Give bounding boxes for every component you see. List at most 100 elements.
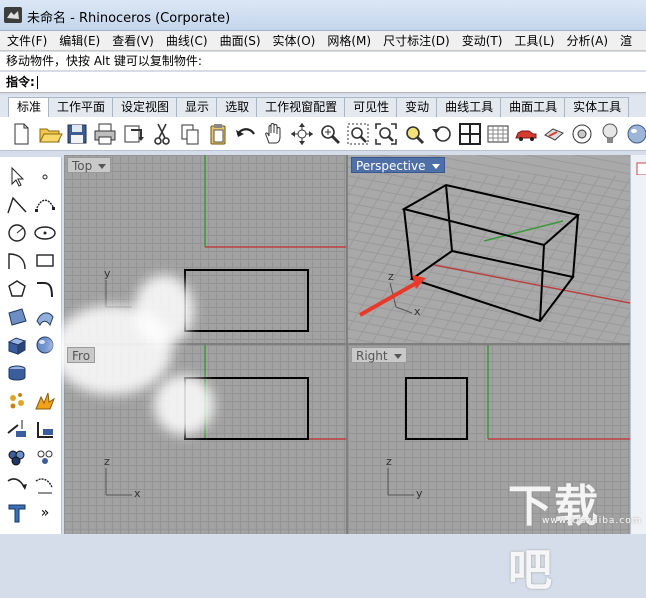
render-preview-icon[interactable] (541, 121, 567, 147)
tab-4[interactable]: 选取 (216, 97, 258, 117)
burst-icon[interactable] (32, 389, 58, 413)
tab-1[interactable]: 工作平面 (48, 97, 114, 117)
tab-7[interactable]: 变动 (396, 97, 438, 117)
front-axis-x: x (134, 487, 141, 500)
select-arrow-icon[interactable] (4, 165, 30, 189)
box-solid-icon[interactable] (4, 333, 30, 357)
more-icon[interactable]: » (32, 501, 58, 525)
command-label: 指令: (6, 75, 35, 89)
title-bar: 未命名 - Rhinoceros (Corporate) (0, 0, 646, 31)
perspective-axis-x: x (414, 305, 421, 318)
material-icon[interactable] (569, 121, 595, 147)
new-file-icon[interactable] (8, 121, 34, 147)
cut-icon[interactable] (149, 121, 175, 147)
rotate-view-icon[interactable] (289, 121, 315, 147)
light-bulb-icon[interactable] (597, 121, 623, 147)
copy-icon[interactable] (177, 121, 203, 147)
polyline-icon[interactable] (4, 193, 30, 217)
chevron-down-icon (393, 354, 402, 359)
tab-9[interactable]: 曲面工具 (500, 97, 566, 117)
command-prompt[interactable]: 指令: (0, 72, 646, 93)
tab-2[interactable]: 设定视图 (112, 97, 178, 117)
menu-item[interactable]: 曲线(C) (159, 31, 213, 50)
viewport-perspective[interactable]: Perspective z x (348, 155, 630, 343)
open-folder-icon[interactable] (37, 121, 63, 147)
trim-icon[interactable] (32, 417, 58, 441)
zoom-selected-icon[interactable] (401, 121, 427, 147)
rhino-app-icon[interactable] (4, 7, 22, 23)
menu-item[interactable]: 实体(O) (266, 31, 321, 50)
menu-item[interactable]: 编辑(E) (52, 31, 105, 50)
chevron-down-icon (98, 164, 107, 169)
four-viewports-icon[interactable] (457, 121, 483, 147)
menu-item[interactable]: 尺寸标注(D) (376, 31, 455, 50)
curve-icon[interactable] (32, 193, 58, 217)
menu-item[interactable]: 查看(V) (105, 31, 159, 50)
surface-edge-icon[interactable] (32, 305, 58, 329)
zoom-extents-icon[interactable] (373, 121, 399, 147)
cylinder-icon[interactable] (4, 361, 30, 385)
command-history: 移动物件，快按 Alt 键可以复制物件: (0, 52, 646, 71)
viewport-front-label[interactable]: Fro (67, 347, 96, 363)
split-icon[interactable] (4, 417, 30, 441)
arc-icon[interactable] (4, 249, 30, 273)
undo-view-icon[interactable] (429, 121, 455, 147)
print-icon[interactable] (92, 121, 118, 147)
right-axis-z: z (386, 455, 392, 468)
menu-item[interactable]: 工具(L) (507, 31, 559, 50)
grid-icon[interactable] (485, 121, 511, 147)
pan-hand-icon[interactable] (261, 121, 287, 147)
tab-8[interactable]: 曲线工具 (436, 97, 502, 117)
group-icon[interactable] (4, 445, 30, 469)
tab-6[interactable]: 可见性 (344, 97, 398, 117)
paste-icon[interactable] (205, 121, 231, 147)
menu-item[interactable]: 曲面(S) (213, 31, 266, 50)
front-axis-z: z (104, 455, 110, 468)
points-cloud-icon[interactable] (32, 445, 58, 469)
dimension-icon[interactable] (32, 473, 58, 497)
tab-0[interactable]: 标准 (8, 97, 50, 117)
fillet-icon[interactable] (32, 277, 58, 301)
tab-10[interactable]: 实体工具 (564, 97, 630, 117)
zoom-window-icon[interactable] (345, 121, 371, 147)
curve-from-object-icon[interactable] (4, 473, 30, 497)
top-axis-y: y (104, 267, 111, 280)
perspective-axis-z: z (388, 270, 394, 283)
undo-icon[interactable] (233, 121, 259, 147)
standard-toolbar (0, 117, 646, 151)
text-icon[interactable] (4, 501, 30, 525)
chevron-down-icon (431, 164, 440, 169)
perspective-view-canvas (348, 155, 630, 343)
viewport-perspective-label[interactable]: Perspective (351, 157, 445, 173)
menu-bar: 文件(F) 编辑(E) 查看(V) 曲线(C) 曲面(S) 实体(O) 网格(M) 尺寸标注(… (0, 31, 646, 51)
polygon-icon[interactable] (4, 277, 30, 301)
save-icon[interactable] (64, 121, 90, 147)
circle-icon[interactable] (4, 221, 30, 245)
viewport-right-label[interactable]: Right (351, 347, 407, 363)
surface-icon[interactable] (4, 305, 30, 329)
menu-item[interactable]: 文件(F) (0, 31, 52, 50)
viewport-top-label[interactable]: Top (67, 157, 112, 173)
menu-item[interactable]: 渲 (613, 31, 637, 50)
window-title: 未命名 - Rhinoceros (Corporate) (27, 11, 231, 26)
car-render-icon[interactable] (513, 121, 539, 147)
rectangle-icon[interactable] (32, 249, 58, 273)
tab-3[interactable]: 显示 (176, 97, 218, 117)
blur-overlay (134, 275, 194, 345)
panel-corner-icon (636, 162, 646, 176)
menu-item[interactable]: 网格(M) (320, 31, 376, 50)
tab-5[interactable]: 工作视窗配置 (256, 97, 346, 117)
zoom-icon[interactable] (317, 121, 343, 147)
blur-overlay (154, 375, 214, 435)
point-icon[interactable] (32, 165, 58, 189)
explode-icon[interactable] (4, 389, 30, 413)
toolbar-tabs: 标准 工作平面 设定视图 显示 选取 工作视窗配置 可见性 变动 曲线工具 曲面工具 实体工具 (0, 95, 646, 117)
menu-item[interactable]: 变动(T) (455, 31, 508, 50)
watermark-logo: 下载吧 www.xiazaiba.com (508, 481, 642, 596)
command-input[interactable] (36, 76, 38, 89)
import-icon[interactable] (121, 121, 147, 147)
right-axis-y: y (416, 487, 423, 500)
ellipse-icon[interactable] (32, 221, 58, 245)
menu-item[interactable]: 分析(A) (559, 31, 613, 50)
sphere-icon[interactable] (624, 121, 646, 147)
